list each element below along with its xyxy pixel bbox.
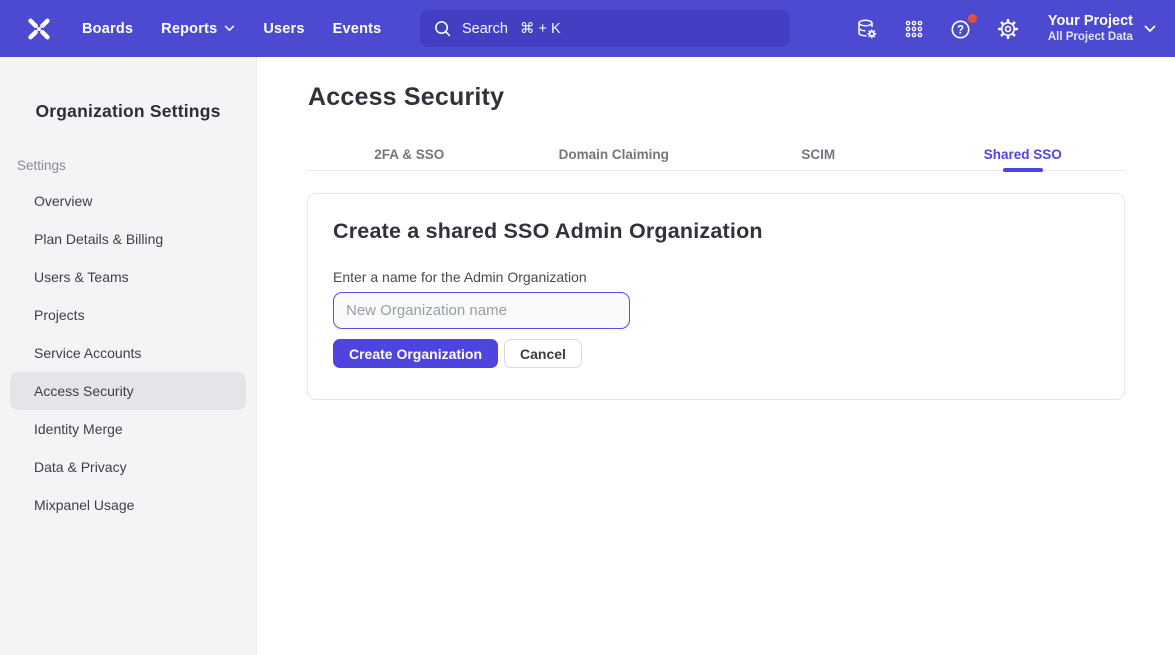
sidebar-item-identity-merge[interactable]: Identity Merge (10, 410, 246, 448)
data-management-icon[interactable] (855, 17, 879, 41)
sidebar-item-data-privacy[interactable]: Data & Privacy (10, 448, 246, 486)
tab-domain-claiming[interactable]: Domain Claiming (512, 139, 717, 170)
project-name: Your Project (1048, 12, 1133, 31)
nav-item-label: Events (333, 21, 382, 37)
search-icon (433, 19, 452, 38)
cancel-button[interactable]: Cancel (504, 339, 582, 368)
notification-dot (968, 14, 977, 23)
tab-bar: 2FA & SSO Domain Claiming SCIM Shared SS… (307, 139, 1125, 171)
create-organization-button[interactable]: Create Organization (333, 339, 498, 368)
sidebar-item-plan-details-billing[interactable]: Plan Details & Billing (10, 220, 246, 258)
project-info: Your Project All Project Data (1048, 12, 1133, 46)
organization-name-input[interactable] (333, 292, 630, 329)
sidebar-items: Overview Plan Details & Billing Users & … (0, 182, 256, 524)
page-title: Access Security (308, 83, 1175, 112)
nav-item-reports[interactable]: Reports (161, 21, 235, 37)
nav-item-users[interactable]: Users (263, 21, 304, 37)
tab-scim[interactable]: SCIM (716, 139, 921, 170)
chevron-down-icon (224, 25, 235, 32)
nav-links: Boards Reports Users Events (82, 21, 381, 37)
organization-name-label: Enter a name for the Admin Organization (333, 269, 1099, 285)
help-icon[interactable]: ? (949, 17, 973, 41)
sidebar-item-access-security[interactable]: Access Security (10, 372, 246, 410)
project-subtitle: All Project Data (1048, 30, 1133, 45)
nav-item-label: Reports (161, 21, 217, 37)
sidebar-item-overview[interactable]: Overview (10, 182, 246, 220)
main-content: Access Security 2FA & SSO Domain Claimin… (257, 57, 1175, 655)
apps-grid-icon[interactable] (902, 17, 926, 41)
card-buttons: Create Organization Cancel (333, 339, 1099, 368)
sidebar-item-users-teams[interactable]: Users & Teams (10, 258, 246, 296)
sidebar-item-mixpanel-usage[interactable]: Mixpanel Usage (10, 486, 246, 524)
settings-sidebar: Organization Settings Settings Overview … (0, 57, 257, 655)
mixpanel-logo-icon[interactable] (25, 16, 55, 42)
nav-item-boards[interactable]: Boards (82, 21, 133, 37)
nav-item-label: Boards (82, 21, 133, 37)
settings-gear-icon[interactable] (996, 17, 1020, 41)
tab-shared-sso[interactable]: Shared SSO (921, 139, 1126, 170)
search-placeholder: Search (462, 21, 508, 37)
card-title: Create a shared SSO Admin Organization (333, 219, 1099, 244)
search-input[interactable]: Search ⌘ + K (420, 10, 790, 47)
chevron-down-icon (1144, 25, 1156, 33)
search-shortcut: ⌘ + K (520, 21, 561, 37)
top-navigation-bar: Boards Reports Users Events Search ⌘ + K (0, 0, 1175, 57)
create-shared-sso-card: Create a shared SSO Admin Organization E… (307, 193, 1125, 400)
svg-text:?: ? (957, 24, 964, 36)
tab-2fa-sso[interactable]: 2FA & SSO (307, 139, 512, 170)
nav-right-controls: ? Your Projec (855, 0, 1156, 57)
nav-item-events[interactable]: Events (333, 21, 382, 37)
sidebar-title: Organization Settings (0, 101, 256, 122)
sidebar-item-projects[interactable]: Projects (10, 296, 246, 334)
nav-item-label: Users (263, 21, 304, 37)
project-switcher[interactable]: Your Project All Project Data (1048, 12, 1156, 46)
sidebar-item-service-accounts[interactable]: Service Accounts (10, 334, 246, 372)
sidebar-section-label: Settings (17, 158, 256, 173)
